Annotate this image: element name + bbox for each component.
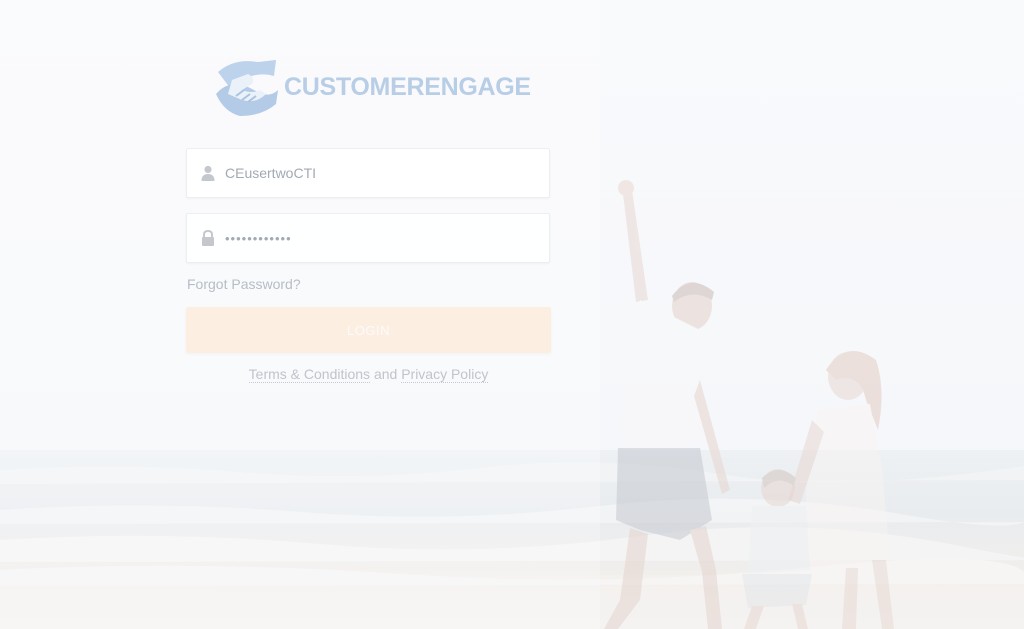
login-page: CUSTOMERENGAGE Forgot Password? LOGIN Te… — [0, 0, 1024, 629]
brand-logo: CUSTOMERENGAGE — [212, 54, 532, 120]
privacy-policy-link[interactable]: Privacy Policy — [401, 366, 489, 383]
lock-icon — [202, 230, 214, 246]
user-icon — [201, 165, 215, 181]
username-input[interactable] — [225, 165, 525, 181]
username-field[interactable] — [186, 148, 550, 198]
brand-name: CUSTOMERENGAGE — [284, 72, 531, 101]
password-input[interactable] — [225, 230, 525, 246]
forgot-password-link[interactable]: Forgot Password? — [187, 276, 301, 292]
login-button[interactable]: LOGIN — [186, 307, 551, 353]
legal-links: Terms & Conditions and Privacy Policy — [186, 366, 551, 383]
password-field[interactable] — [186, 213, 550, 263]
terms-conditions-link[interactable]: Terms & Conditions — [248, 366, 371, 383]
legal-and-text: and — [373, 366, 398, 382]
handshake-logo-icon — [216, 60, 278, 116]
